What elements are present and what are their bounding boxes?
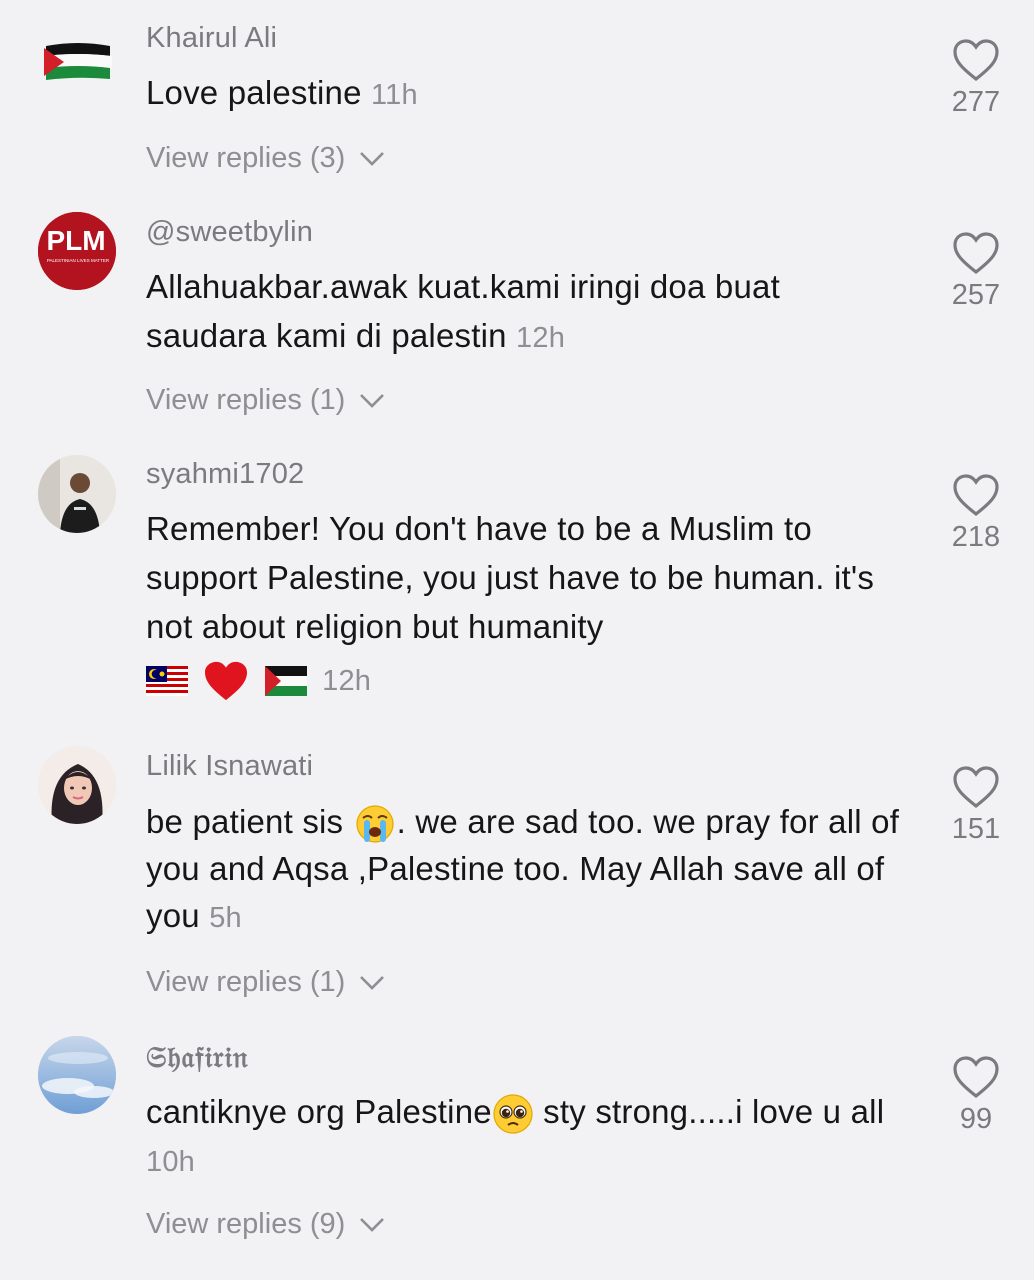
view-replies-button[interactable]: View replies (1): [146, 966, 385, 999]
comment-username[interactable]: 𝔖𝔥𝔞𝔣𝔦𝔯𝔦𝔫: [146, 1040, 249, 1075]
comment-username[interactable]: @sweetbylin: [146, 216, 313, 249]
comment-username[interactable]: Khairul Ali: [146, 22, 277, 55]
comment-text: cantiknye org Palestine sty strong.....i…: [146, 1088, 906, 1186]
malaysia-flag-icon: [146, 666, 188, 697]
comment-body: Allahuakbar.awak kuat.kami iringi doa bu…: [146, 268, 780, 354]
like-count: 99: [959, 1103, 993, 1135]
view-replies-button[interactable]: View replies (3): [146, 142, 385, 175]
comment-body-part1: cantiknye org Palestine: [146, 1093, 492, 1130]
heart-icon: [953, 766, 999, 809]
chevron-down-icon: [360, 152, 385, 167]
palestine-flag-icon: [264, 666, 307, 697]
comment-time: 11h: [371, 79, 418, 111]
palestine-flag-icon: [44, 43, 112, 80]
comment-time: 12h: [516, 322, 566, 354]
person-hijab-photo-icon: [38, 746, 116, 824]
comment-body-part2: sty strong.....i love u all: [533, 1093, 885, 1130]
view-replies-label: View replies (3): [146, 142, 346, 174]
comment-time: 5h: [209, 902, 242, 934]
chevron-down-icon: [360, 1218, 385, 1233]
comment-time: 10h: [146, 1146, 195, 1178]
like-count: 257: [951, 279, 1001, 311]
like-count: 277: [951, 86, 1001, 118]
plm-logo-text: PLM: [46, 225, 105, 256]
avatar[interactable]: [38, 1036, 116, 1114]
comment-emoji-row: 12h: [146, 654, 926, 704]
comment-body-part1: be patient sis: [146, 803, 344, 840]
pleading-face-icon: [493, 1094, 533, 1134]
like-count: 218: [951, 521, 1001, 553]
plm-logo-subtext: PALESTINIAN LIVES MATTER: [47, 258, 110, 263]
avatar[interactable]: PLM PALESTINIAN LIVES MATTER: [38, 212, 116, 290]
view-replies-button[interactable]: View replies (9): [146, 1208, 385, 1241]
like-button[interactable]: 99: [940, 1055, 1012, 1136]
person-photo-icon: [38, 455, 116, 533]
sky-photo-icon: [38, 1036, 116, 1114]
avatar[interactable]: [38, 746, 116, 824]
crying-face-icon: [356, 805, 394, 843]
comment-username[interactable]: Lilik Isnawati: [146, 750, 313, 783]
like-button[interactable]: 277: [940, 38, 1012, 119]
heart-icon: [953, 232, 999, 275]
view-replies-label: View replies (1): [146, 966, 346, 998]
comment-text: be patient sis . we are sad too. we pray…: [146, 798, 916, 942]
comment-body: Remember! You don't have to be a Muslim …: [146, 510, 875, 645]
red-heart-icon: [205, 662, 248, 701]
chevron-down-icon: [360, 976, 385, 991]
chevron-down-icon: [360, 394, 385, 409]
like-button[interactable]: 151: [940, 765, 1012, 846]
view-replies-label: View replies (1): [146, 384, 346, 416]
heart-icon: [953, 474, 999, 517]
like-button[interactable]: 257: [940, 231, 1012, 312]
avatar[interactable]: [38, 455, 116, 533]
comment-text: Allahuakbar.awak kuat.kami iringi doa bu…: [146, 262, 846, 363]
like-count: 151: [951, 813, 1001, 845]
heart-icon: [953, 1056, 999, 1099]
like-button[interactable]: 218: [940, 473, 1012, 554]
comment-username[interactable]: syahmi1702: [146, 458, 304, 491]
comment-text: Remember! You don't have to be a Muslim …: [146, 504, 886, 651]
comment-text: Love palestine 11h: [146, 68, 926, 120]
comment-body: Love palestine: [146, 74, 362, 111]
view-replies-button[interactable]: View replies (1): [146, 384, 385, 417]
view-replies-label: View replies (9): [146, 1208, 346, 1240]
avatar[interactable]: [38, 24, 116, 102]
heart-icon: [953, 39, 999, 82]
plm-logo-icon: PLM PALESTINIAN LIVES MATTER: [38, 212, 116, 290]
comment-time: 12h: [322, 665, 372, 697]
